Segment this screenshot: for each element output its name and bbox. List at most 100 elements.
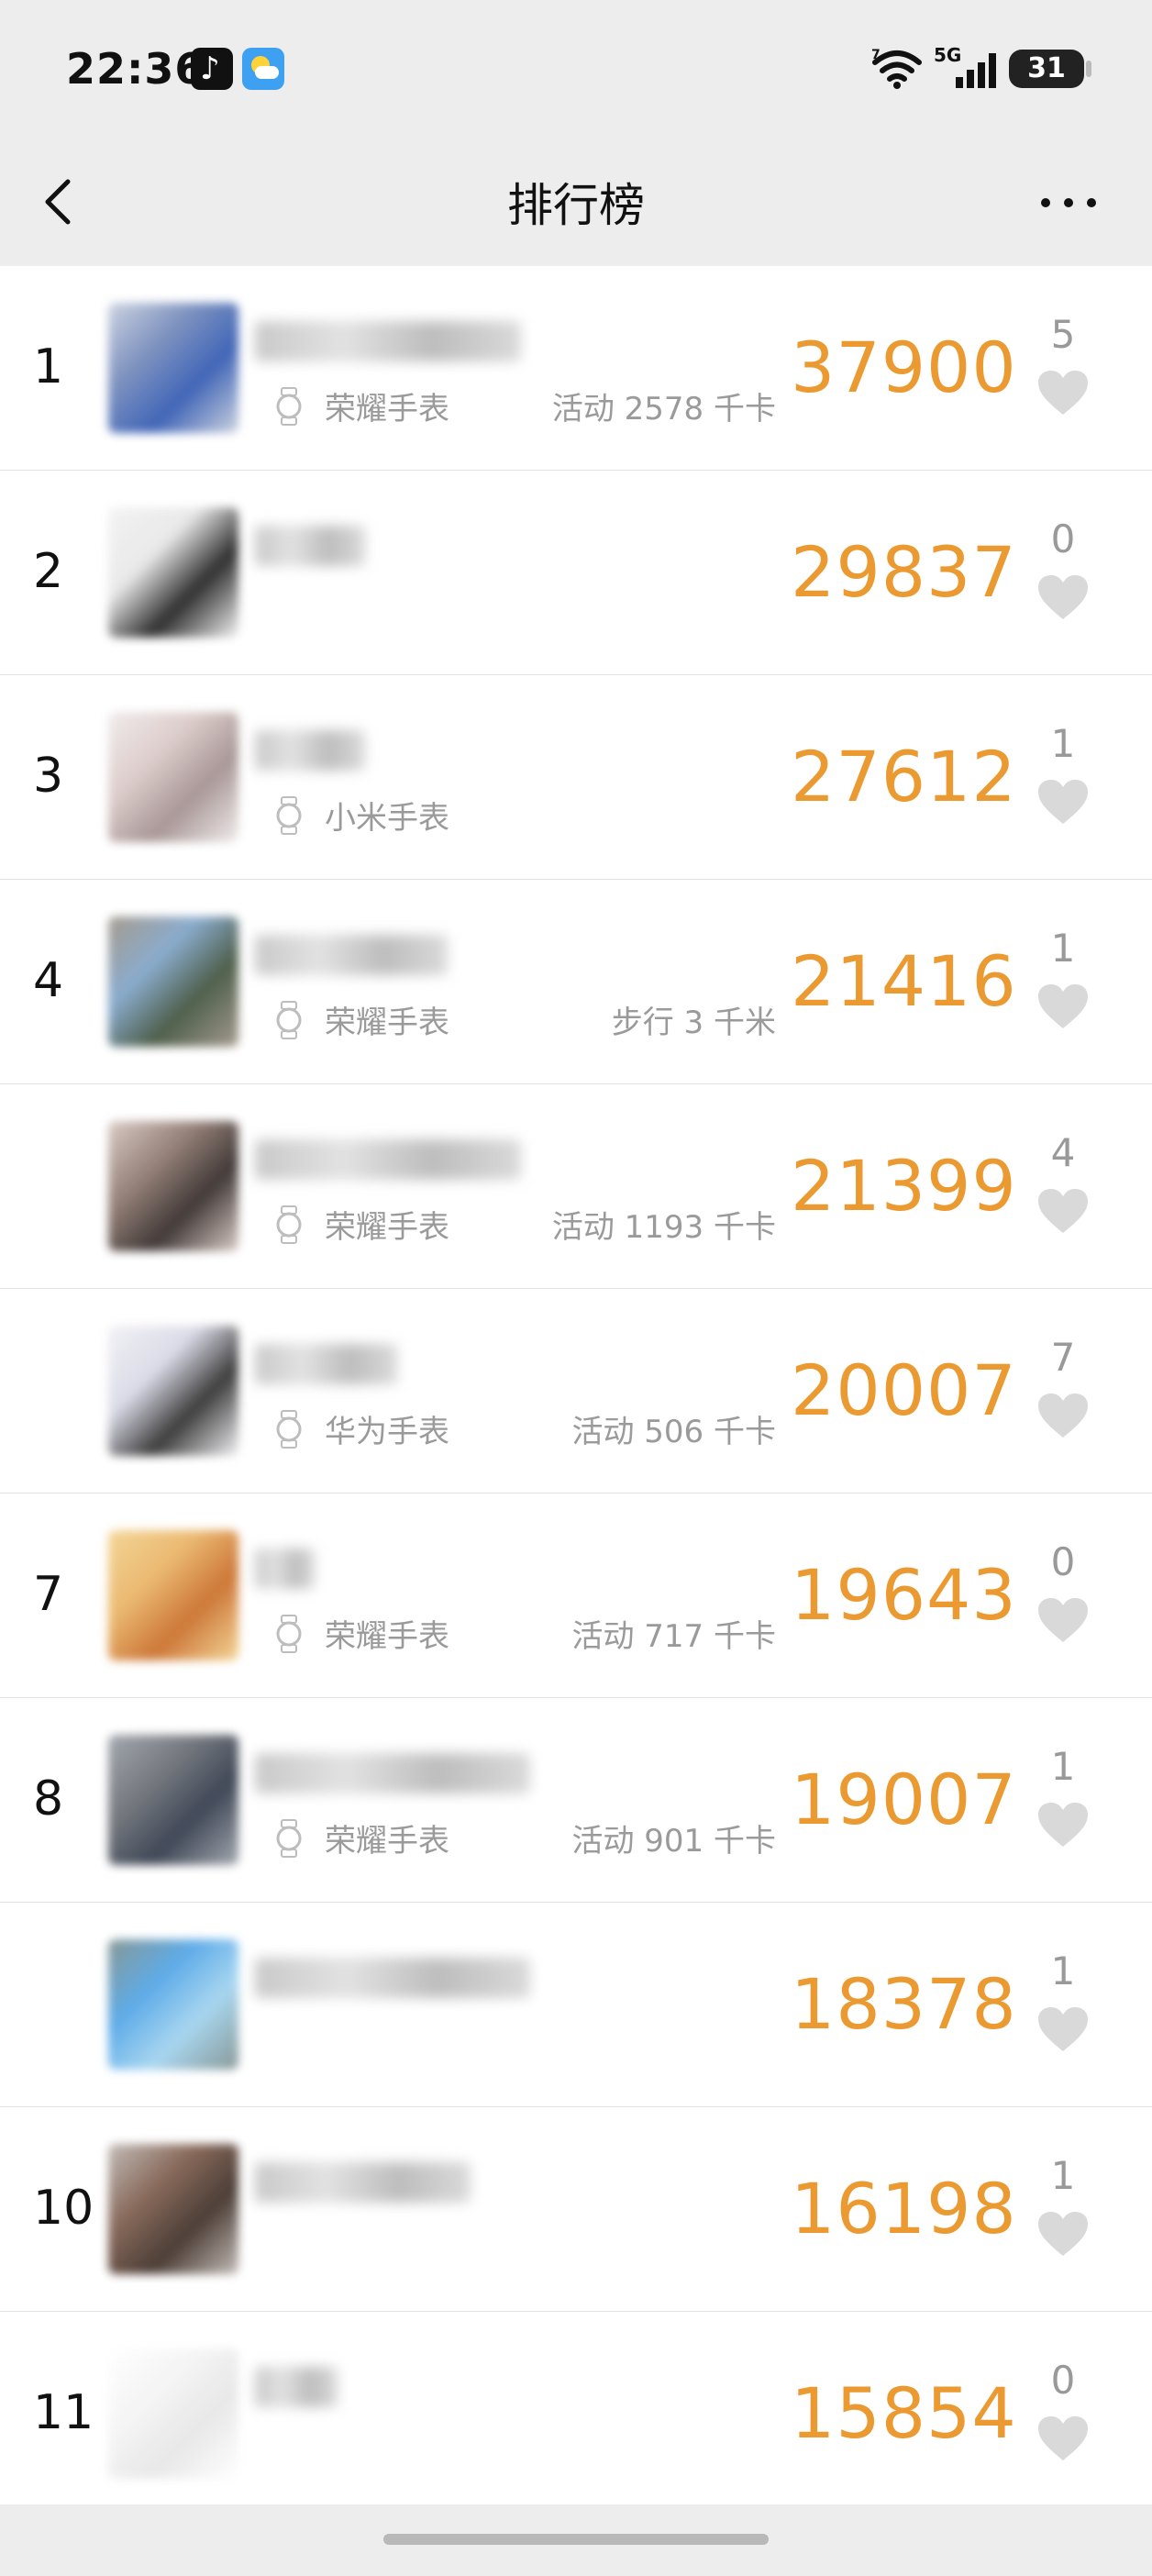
step-score: 20007 (791, 1349, 1017, 1431)
avatar[interactable] (108, 1530, 238, 1660)
status-bar: 22:36 7 5G 31 (0, 0, 1152, 138)
leaderboard-row[interactable]: 2 29837 0 (0, 471, 1152, 675)
rank-number: 7 (33, 1567, 64, 1622)
heart-icon[interactable] (1036, 1596, 1090, 1644)
user-name-blurred (255, 2367, 338, 2407)
avatar[interactable] (108, 1326, 238, 1456)
user-name-blurred (255, 1958, 530, 1998)
watch-icon (276, 1615, 302, 1653)
user-name-blurred (255, 321, 521, 361)
user-name-blurred (255, 1139, 521, 1180)
tiktok-icon (191, 48, 233, 90)
device-label: 小米手表 (325, 800, 449, 837)
device-label: 荣耀手表 (325, 1823, 449, 1860)
leaderboard-row[interactable]: 3 小米手表 27612 1 (0, 675, 1152, 880)
leaderboard-row[interactable]: 4 荣耀手表 步行 3 千米 21416 1 (0, 880, 1152, 1084)
rank-number: 1 (33, 339, 64, 394)
like-count: 1 (1050, 1744, 1076, 1789)
step-score: 27612 (791, 736, 1017, 817)
weather-icon (242, 48, 284, 90)
device-label: 荣耀手表 (325, 1005, 449, 1041)
rank-number: 4 (33, 953, 64, 1008)
device-label: 荣耀手表 (325, 391, 449, 427)
activity-label: 活动 506 千卡 (571, 1414, 776, 1450)
heart-icon[interactable] (1036, 1187, 1090, 1235)
heart-icon[interactable] (1036, 2005, 1090, 2053)
step-score: 18378 (791, 1963, 1017, 2045)
avatar[interactable] (108, 2348, 238, 2479)
heart-icon[interactable] (1036, 2210, 1090, 2258)
leaderboard-list: 1 荣耀手表 活动 2578 千卡 37900 5 2 29837 0 3 小米手表 276… (0, 266, 1152, 2516)
leaderboard-row[interactable]: 18378 1 (0, 1903, 1152, 2107)
user-name-blurred (255, 526, 365, 566)
rank-number: 10 (33, 2181, 94, 2236)
battery-icon: 31 (1009, 50, 1084, 88)
activity-label: 活动 2578 千卡 (551, 391, 776, 427)
step-score: 15854 (791, 2372, 1017, 2454)
battery-tip (1086, 61, 1091, 77)
activity-label: 活动 901 千卡 (571, 1823, 776, 1860)
leaderboard-row[interactable]: 荣耀手表 活动 1193 千卡 21399 4 (0, 1084, 1152, 1289)
step-score: 37900 (791, 327, 1017, 408)
wifi-icon: 7 (871, 48, 922, 89)
leaderboard-row[interactable]: 1 荣耀手表 活动 2578 千卡 37900 5 (0, 266, 1152, 471)
like-count: 1 (1050, 721, 1076, 766)
avatar[interactable] (108, 1735, 238, 1865)
heart-icon[interactable] (1036, 778, 1090, 826)
page-title: 排行榜 (507, 179, 645, 232)
nav-bar: 排行榜 (0, 138, 1152, 264)
heart-icon[interactable] (1036, 1801, 1090, 1849)
watch-icon (276, 1001, 302, 1039)
device-label: 荣耀手表 (325, 1618, 449, 1655)
more-dots-icon[interactable] (1036, 189, 1101, 217)
user-name-blurred (255, 935, 448, 975)
like-count: 5 (1050, 312, 1076, 357)
watch-icon (276, 387, 302, 426)
leaderboard-row[interactable]: 7 荣耀手表 活动 717 千卡 19643 0 (0, 1493, 1152, 1698)
watch-icon (276, 1205, 302, 1244)
rank-number: 11 (33, 2385, 94, 2440)
like-count: 0 (1050, 2358, 1076, 2403)
rank-number: 8 (33, 1771, 64, 1827)
device-label: 华为手表 (325, 1414, 449, 1450)
leaderboard-row[interactable]: 11 15854 0 (0, 2312, 1152, 2516)
avatar[interactable] (108, 916, 238, 1047)
user-name-blurred (255, 1753, 530, 1793)
avatar[interactable] (108, 303, 238, 433)
watch-icon (276, 796, 302, 835)
leaderboard-row[interactable]: 华为手表 活动 506 千卡 20007 7 (0, 1289, 1152, 1493)
heart-icon[interactable] (1036, 1392, 1090, 1439)
user-name-blurred (255, 2162, 471, 2203)
activity-label: 步行 3 千米 (611, 1005, 776, 1041)
avatar[interactable] (108, 1939, 238, 2070)
avatar[interactable] (108, 2144, 238, 2274)
network-type-label: 5G (934, 44, 962, 66)
step-score: 19643 (791, 1554, 1017, 1636)
step-score: 21399 (791, 1145, 1017, 1227)
leaderboard-row[interactable]: 10 16198 1 (0, 2107, 1152, 2312)
step-score: 19007 (791, 1759, 1017, 1840)
step-score: 16198 (791, 2168, 1017, 2249)
avatar[interactable] (108, 507, 238, 638)
heart-icon[interactable] (1036, 369, 1090, 416)
heart-icon[interactable] (1036, 2415, 1090, 2462)
like-count: 4 (1050, 1130, 1076, 1175)
avatar[interactable] (108, 1121, 238, 1251)
device-label: 荣耀手表 (325, 1209, 449, 1246)
like-count: 0 (1050, 516, 1076, 561)
battery-level: 31 (1027, 52, 1066, 84)
avatar[interactable] (108, 712, 238, 842)
home-indicator[interactable] (383, 2534, 769, 2545)
like-count: 1 (1050, 1949, 1076, 1993)
user-name-blurred (255, 1344, 397, 1384)
watch-icon (276, 1410, 302, 1449)
heart-icon[interactable] (1036, 983, 1090, 1030)
heart-icon[interactable] (1036, 573, 1090, 621)
leaderboard-row[interactable]: 8 荣耀手表 活动 901 千卡 19007 1 (0, 1698, 1152, 1903)
rank-number: 2 (33, 544, 64, 599)
rank-number: 3 (33, 749, 64, 804)
user-name-blurred (255, 1549, 315, 1589)
step-score: 29837 (791, 531, 1017, 613)
activity-label: 活动 717 千卡 (571, 1618, 776, 1655)
watch-icon (276, 1819, 302, 1858)
